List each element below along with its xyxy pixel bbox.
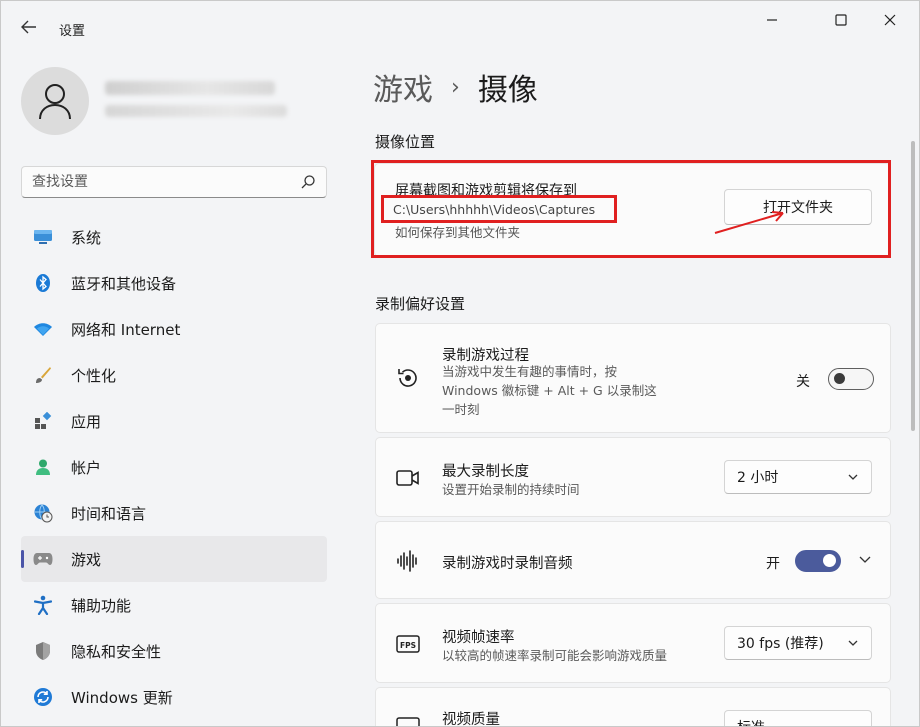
wifi-icon — [33, 319, 53, 339]
sidebar-item-time-language[interactable]: 时间和语言 — [21, 490, 327, 536]
accessibility-icon — [33, 595, 53, 615]
breadcrumb-parent[interactable]: 游戏 — [373, 65, 433, 109]
sidebar-nav: 系统 蓝牙和其他设备 网络和 Internet 个性化 应用 帐户 时间和语言 — [21, 214, 327, 720]
setting-video-quality: 视频质量 标准 — [375, 687, 891, 727]
audio-waveform-icon — [396, 549, 420, 573]
breadcrumb-separator: › — [451, 74, 460, 100]
chevron-down-icon — [848, 640, 858, 646]
toggle-knob — [823, 554, 836, 567]
sidebar-item-label: 辅助功能 — [71, 596, 132, 615]
setting-description: 当游戏中发生有趣的事情时，按 Windows 徽标键 + Alt + G 以录制… — [442, 364, 657, 417]
chevron-down-icon[interactable] — [858, 554, 872, 566]
background-recording-toggle[interactable] — [828, 368, 874, 390]
sidebar-item-privacy[interactable]: 隐私和安全性 — [21, 628, 327, 674]
setting-description: 设置开始录制的持续时间 — [442, 482, 580, 497]
avatar[interactable] — [21, 67, 89, 135]
sidebar-item-label: 系统 — [71, 228, 102, 247]
setting-frame-rate: FPS 视频帧速率 以较高的帧速率录制可能会影响游戏质量 30 fps (推荐) — [375, 603, 891, 683]
minimize-button[interactable] — [749, 9, 795, 31]
sidebar-item-accessibility[interactable]: 辅助功能 — [21, 582, 327, 628]
person-icon — [39, 84, 71, 120]
fps-icon: FPS — [396, 632, 420, 656]
annotation-outline-path — [381, 195, 617, 223]
update-icon — [33, 687, 53, 707]
minimize-icon — [767, 19, 777, 21]
profile-email-redacted — [105, 105, 287, 117]
title-bar: 设置 — [1, 1, 919, 49]
gamepad-icon — [33, 549, 53, 569]
breadcrumb: 游戏 › 摄像 — [373, 65, 538, 109]
toggle-state-label: 关 — [796, 374, 810, 390]
sidebar-item-network[interactable]: 网络和 Internet — [21, 306, 327, 352]
sidebar-item-accounts[interactable]: 帐户 — [21, 444, 327, 490]
svg-text:FPS: FPS — [400, 641, 416, 650]
settings-window: 设置 系统 蓝牙和其他设备 网络和 Internet — [0, 0, 920, 727]
sidebar-item-gaming[interactable]: 游戏 — [21, 536, 327, 582]
close-button[interactable] — [867, 9, 913, 31]
globe-clock-icon — [33, 503, 53, 523]
shield-icon — [33, 641, 53, 661]
search-icon[interactable] — [300, 174, 316, 190]
sidebar-item-windows-update[interactable]: Windows 更新 — [21, 674, 327, 720]
bluetooth-icon — [33, 273, 53, 293]
dropdown-value: 30 fps (推荐) — [737, 636, 824, 652]
search-input[interactable] — [32, 171, 282, 193]
sidebar-item-system[interactable]: 系统 — [21, 214, 327, 260]
setting-title: 视频质量 — [442, 712, 500, 727]
page-title: 摄像 — [477, 73, 538, 108]
setting-background-recording: 录制游戏过程 当游戏中发生有趣的事情时，按 Windows 徽标键 + Alt … — [375, 323, 891, 433]
section-title-capture-location: 摄像位置 — [375, 133, 436, 151]
app-title: 设置 — [59, 24, 86, 39]
sidebar-item-label: Windows 更新 — [71, 688, 173, 707]
video-quality-dropdown[interactable]: 标准 — [724, 710, 872, 726]
record-audio-toggle[interactable] — [795, 550, 841, 572]
video-camera-icon — [396, 466, 420, 490]
brush-icon — [33, 365, 53, 385]
scrollbar[interactable] — [911, 141, 915, 431]
setting-title: 最大录制长度 — [442, 464, 529, 480]
person-icon — [33, 457, 53, 477]
section-title-recording: 录制偏好设置 — [375, 295, 466, 313]
back-button[interactable] — [15, 15, 43, 39]
toggle-state-label: 开 — [766, 556, 780, 572]
sidebar-item-label: 应用 — [71, 412, 102, 431]
sidebar-item-label: 帐户 — [71, 458, 102, 477]
sidebar-item-label: 蓝牙和其他设备 — [71, 274, 177, 293]
maximize-icon — [835, 14, 847, 26]
setting-max-length: 最大录制长度 设置开始录制的持续时间 2 小时 — [375, 437, 891, 517]
sidebar-item-label: 时间和语言 — [71, 504, 147, 523]
apps-icon — [33, 411, 53, 431]
sidebar-item-personalization[interactable]: 个性化 — [21, 352, 327, 398]
setting-title: 录制游戏时录制音频 — [442, 556, 573, 572]
sidebar-item-bluetooth[interactable]: 蓝牙和其他设备 — [21, 260, 327, 306]
sidebar-item-label: 个性化 — [71, 366, 117, 385]
profile-name-redacted — [105, 81, 275, 95]
monitor-icon — [33, 227, 53, 247]
close-icon — [884, 14, 896, 26]
search-box[interactable] — [21, 166, 327, 198]
toggle-knob — [834, 373, 845, 384]
video-quality-icon — [396, 714, 420, 726]
sidebar-item-label: 游戏 — [71, 550, 102, 569]
setting-title: 视频帧速率 — [442, 630, 515, 646]
dropdown-value: 2 小时 — [737, 470, 779, 486]
sidebar-item-apps[interactable]: 应用 — [21, 398, 327, 444]
sidebar-item-label: 网络和 Internet — [71, 320, 181, 339]
sidebar-item-label: 隐私和安全性 — [71, 642, 162, 661]
history-record-icon — [396, 366, 420, 390]
back-arrow-icon — [21, 20, 36, 34]
setting-record-audio[interactable]: 录制游戏时录制音频 开 — [375, 521, 891, 599]
frame-rate-dropdown[interactable]: 30 fps (推荐) — [724, 626, 872, 660]
chevron-down-icon — [848, 474, 858, 480]
dropdown-value: 标准 — [737, 717, 765, 726]
max-length-dropdown[interactable]: 2 小时 — [724, 460, 872, 494]
setting-description: 以较高的帧速率录制可能会影响游戏质量 — [442, 648, 668, 663]
maximize-button[interactable] — [818, 9, 864, 31]
